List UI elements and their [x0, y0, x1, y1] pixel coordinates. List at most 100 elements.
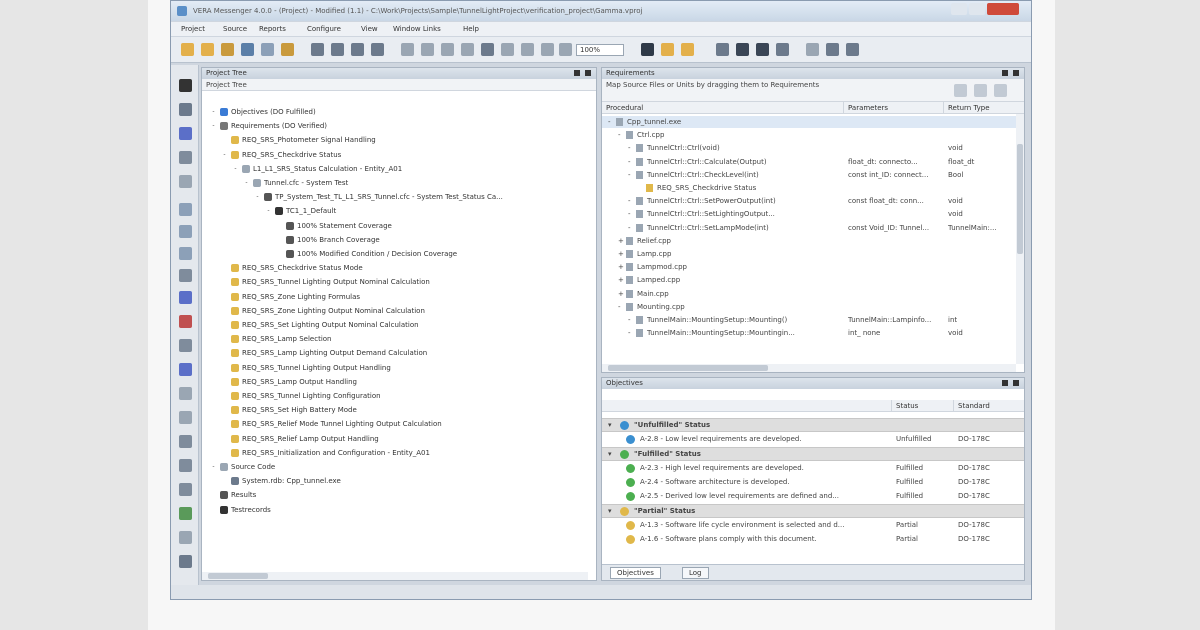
edit-icon[interactable]: [371, 43, 384, 56]
tree-row[interactable]: REQ_SRS_Relief Lamp Output Handling: [221, 433, 379, 445]
layers-icon[interactable]: [179, 483, 192, 496]
settings-icon[interactable]: [806, 43, 819, 56]
column-objective[interactable]: [602, 400, 892, 412]
tree-row[interactable]: 100% Modified Condition / Decision Cover…: [276, 248, 457, 260]
expand-toggle-icon[interactable]: ▾: [608, 507, 612, 515]
expand-toggle-icon[interactable]: -: [628, 197, 631, 205]
expand-toggle-icon[interactable]: +: [618, 250, 624, 258]
column-procedural[interactable]: Procedural: [602, 102, 844, 114]
pin-icon[interactable]: [1002, 70, 1008, 76]
tree-row[interactable]: REQ_SRS_Lamp Lighting Output Demand Calc…: [221, 347, 427, 359]
tree-row[interactable]: REQ_SRS_Tunnel Lighting Output Handling: [221, 362, 391, 374]
cut-icon[interactable]: [311, 43, 324, 56]
tab-log[interactable]: Log: [682, 567, 709, 579]
expand-toggle-icon[interactable]: -: [232, 163, 239, 175]
pin-icon[interactable]: [1002, 380, 1008, 386]
column-status[interactable]: Status: [892, 400, 954, 412]
expand-toggle-icon[interactable]: -: [628, 158, 631, 166]
tree-row[interactable]: 100% Statement Coverage: [276, 220, 392, 232]
document-icon[interactable]: [401, 43, 414, 56]
tree-row[interactable]: REQ_SRS_Checkdrive Status Mode: [221, 262, 363, 274]
objective-group-header[interactable]: ▾ "Fulfilled" Status: [602, 447, 1024, 461]
requirements-row[interactable]: REQ_SRS_Checkdrive Status: [602, 182, 1024, 194]
doc-icon[interactable]: [179, 203, 192, 216]
tab-objectives[interactable]: Objectives: [610, 567, 661, 579]
export-icon[interactable]: [281, 43, 294, 56]
tree-row[interactable]: - Objectives (DO Fulfilled): [210, 106, 316, 118]
new-project-icon[interactable]: [181, 43, 194, 56]
compare-icon[interactable]: [179, 339, 192, 352]
export-strip-icon[interactable]: [179, 555, 192, 568]
requirements-row[interactable]: + Lamp.cpp: [602, 248, 1024, 260]
chart-icon[interactable]: [179, 269, 192, 282]
grid-view-icon[interactable]: [641, 43, 654, 56]
tree-row[interactable]: - REQ_SRS_Checkdrive Status: [221, 149, 341, 161]
requirements-row[interactable]: - TunnelCtrl::Ctrl::SetPowerOutput(int) co…: [602, 195, 1024, 207]
objective-group-header[interactable]: ▾ "Partial" Status: [602, 504, 1024, 518]
project-tree-hscroll[interactable]: [202, 572, 588, 580]
open-folder-icon[interactable]: [201, 43, 214, 56]
objective-row[interactable]: A-2.4 - Software architecture is develop…: [602, 476, 1024, 488]
expand-toggle-icon[interactable]: -: [265, 205, 272, 217]
zoom-in-icon[interactable]: [521, 43, 534, 56]
line-icon[interactable]: [179, 175, 192, 188]
requirements-row[interactable]: - TunnelCtrl::Ctrl(void) void: [602, 142, 1024, 154]
requirements-row[interactable]: - Mounting.cpp: [602, 301, 1024, 313]
doc-search-icon[interactable]: [179, 247, 192, 260]
scroll-thumb[interactable]: [608, 365, 768, 371]
menu-view[interactable]: View: [361, 25, 378, 33]
requirements-row[interactable]: - TunnelMain::MountingSetup::Mountingin..…: [602, 327, 1024, 339]
panel-close-icon[interactable]: [1013, 380, 1019, 386]
tree-row[interactable]: REQ_SRS_Lamp Output Handling: [221, 376, 357, 388]
requirements-row[interactable]: + Lamped.cpp: [602, 274, 1024, 286]
expand-toggle-icon[interactable]: -: [628, 144, 631, 152]
replace-icon[interactable]: [441, 43, 454, 56]
objective-row[interactable]: A-1.3 - Software life cycle environment …: [602, 519, 1024, 531]
expand-toggle-icon[interactable]: -: [618, 131, 621, 139]
find-icon[interactable]: [421, 43, 434, 56]
zoom-select[interactable]: 100%: [576, 44, 624, 56]
tree-row[interactable]: - Tunnel.cfc - System Test: [243, 177, 348, 189]
stop-icon[interactable]: [776, 43, 789, 56]
tree-row[interactable]: REQ_SRS_Zone Lighting Output Nominal Cal…: [221, 305, 425, 317]
person-icon[interactable]: [179, 103, 192, 116]
expand-toggle-icon[interactable]: -: [243, 177, 250, 189]
requirements-row[interactable]: - TunnelCtrl::Ctrl::SetLightingOutput... v…: [602, 208, 1024, 220]
zoom-fit-icon[interactable]: [559, 43, 572, 56]
zoom-out-icon[interactable]: [541, 43, 554, 56]
tree-row[interactable]: - TC1_1_Default: [265, 205, 336, 217]
tree-row[interactable]: REQ_SRS_Set High Battery Mode: [221, 404, 357, 416]
requirements-hscroll[interactable]: [602, 364, 1016, 372]
expand-toggle-icon[interactable]: -: [628, 171, 631, 179]
link-icon[interactable]: [501, 43, 514, 56]
tree-row[interactable]: REQ_SRS_Photometer Signal Handling: [221, 134, 376, 146]
grid-icon[interactable]: [179, 387, 192, 400]
scroll-thumb[interactable]: [1017, 144, 1023, 254]
report-icon[interactable]: [461, 43, 474, 56]
objective-group-header[interactable]: ▾ "Unfulfilled" Status: [602, 418, 1024, 432]
minimize-button[interactable]: [951, 3, 967, 15]
requirements-row[interactable]: - Ctrl.cpp: [602, 129, 1024, 141]
table-icon[interactable]: [179, 363, 192, 376]
expand-toggle-icon[interactable]: ▾: [608, 421, 612, 429]
requirements-row[interactable]: - TunnelMain::MountingSetup::Mounting() Tu…: [602, 314, 1024, 326]
run-icon[interactable]: [716, 43, 729, 56]
step-icon[interactable]: [756, 43, 769, 56]
column-return-type[interactable]: Return Type: [944, 102, 1024, 114]
tree-row[interactable]: REQ_SRS_Tunnel Lighting Output Nominal C…: [221, 276, 430, 288]
tree-row[interactable]: - L1_L1_SRS_Status Calculation - Entity_A…: [232, 163, 402, 175]
bug-icon[interactable]: [179, 315, 192, 328]
menu-configure[interactable]: Configure: [307, 25, 341, 33]
trace-icon[interactable]: [179, 435, 192, 448]
expand-toggle-icon[interactable]: +: [618, 290, 624, 298]
save-all-icon[interactable]: [261, 43, 274, 56]
import-icon[interactable]: [221, 43, 234, 56]
tree-row[interactable]: Results: [210, 489, 256, 501]
menu-project[interactable]: Project: [181, 25, 205, 33]
requirements-row[interactable]: - Cpp_tunnel.exe: [602, 116, 1024, 128]
expand-toggle-icon[interactable]: -: [628, 329, 631, 337]
expand-toggle-icon[interactable]: -: [210, 461, 217, 473]
doc-edit-icon[interactable]: [179, 225, 192, 238]
play-icon[interactable]: [179, 79, 192, 92]
expand-toggle-icon[interactable]: -: [254, 191, 261, 203]
